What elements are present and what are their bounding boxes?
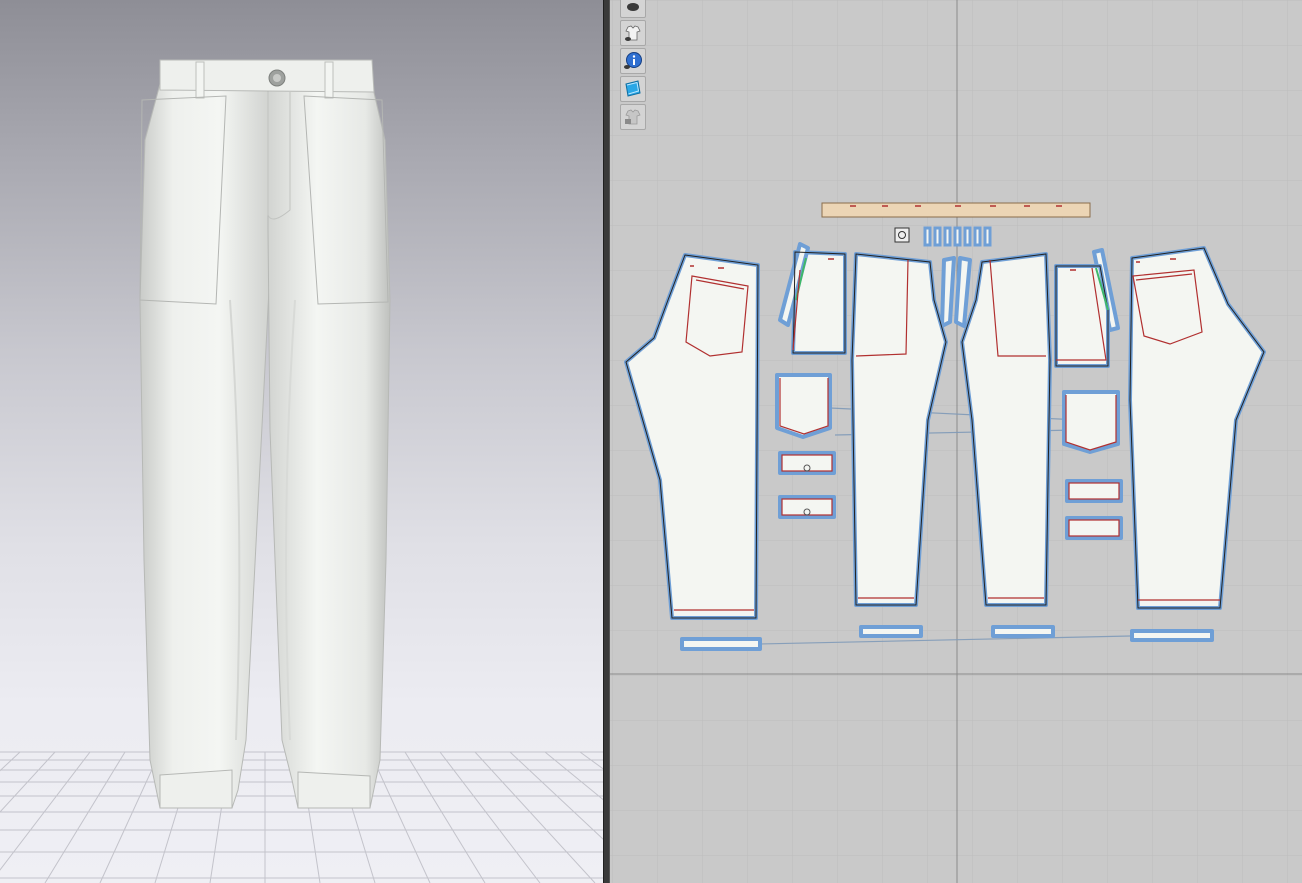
left-hem (159, 769, 233, 809)
texture-view-icon (625, 80, 641, 97)
pattern-piece-cuff-3[interactable] (991, 625, 1055, 638)
2d-pattern-viewport[interactable] (610, 0, 1302, 883)
pattern-piece-cuff-2[interactable] (859, 625, 923, 638)
pattern-piece-welt-4[interactable] (1065, 516, 1123, 540)
3d-viewport[interactable] (0, 0, 603, 883)
pattern-piece-welt-3[interactable] (1065, 479, 1123, 503)
right-leg (267, 83, 391, 809)
button-symbol-icon (894, 227, 910, 243)
2d-view-toolbar (620, 0, 648, 132)
pattern-piece-cuff-4[interactable] (1130, 629, 1214, 642)
lock-garment-icon (625, 109, 641, 125)
left-leg (139, 83, 273, 809)
show-avatar-icon (627, 3, 639, 11)
view-splitter[interactable] (603, 0, 610, 883)
belt-loop-right (324, 61, 334, 99)
belt-loop-left (195, 61, 205, 99)
3d-scene[interactable] (0, 0, 603, 883)
show-garment-icon (625, 25, 641, 41)
toggle-avatar-button[interactable] (620, 0, 646, 18)
pattern-canvas[interactable] (610, 0, 1302, 883)
pants-3d-model[interactable] (139, 59, 391, 809)
right-hem (297, 771, 371, 809)
pattern-piece-welt-2[interactable] (778, 495, 836, 519)
toggle-garment-button[interactable] (620, 20, 646, 46)
pattern-piece-cuff-1[interactable] (680, 637, 762, 651)
info-icon (624, 52, 642, 69)
lock-garment-button[interactable] (620, 104, 646, 130)
pattern-piece-fly-left[interactable] (940, 256, 956, 328)
pattern-piece-welt-1[interactable] (778, 451, 836, 475)
pattern-piece-belt-loops (923, 226, 992, 247)
pattern-piece-back-pocket-right[interactable] (1062, 390, 1120, 454)
texture-view-button[interactable] (620, 76, 646, 102)
info-button[interactable] (620, 48, 646, 74)
waistband (159, 59, 375, 93)
pattern-piece-waistband[interactable] (821, 202, 1091, 218)
